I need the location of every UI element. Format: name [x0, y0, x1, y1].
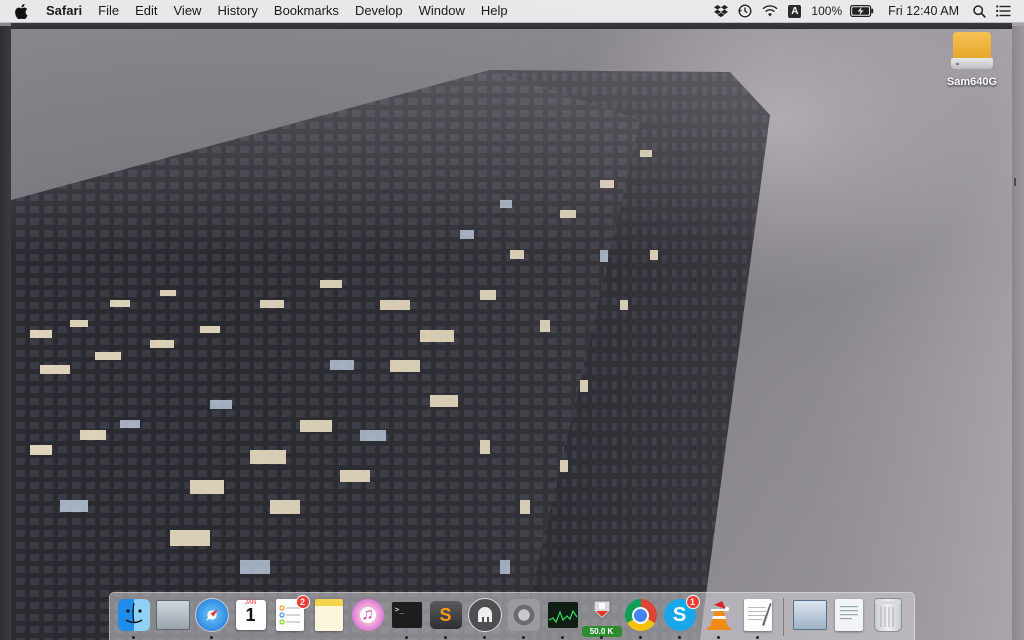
running-indicator — [756, 636, 759, 639]
safari-icon — [194, 598, 229, 632]
dock-item-vlc[interactable] — [699, 593, 738, 640]
running-indicator — [522, 636, 525, 639]
time-machine-icon[interactable] — [733, 0, 757, 22]
menu-app-name[interactable]: Safari — [38, 0, 90, 22]
dock-item-notes[interactable] — [309, 593, 348, 640]
elephant-icon — [467, 598, 502, 632]
desktop-wallpaper — [0, 0, 1024, 640]
dock-item-safari[interactable] — [192, 593, 231, 640]
menu-history[interactable]: History — [209, 0, 265, 22]
dock-item-skype[interactable]: S 1 — [660, 593, 700, 640]
dock-item-finder[interactable] — [114, 593, 153, 640]
battery-charging-icon[interactable] — [845, 0, 879, 22]
itunes-icon: ♫ — [351, 599, 384, 631]
running-indicator — [132, 636, 135, 639]
dock-item-activity-monitor[interactable] — [543, 593, 582, 640]
window-title-edge — [11, 23, 1012, 29]
vlc-icon — [703, 599, 735, 631]
finder-icon — [117, 599, 150, 631]
running-indicator — [561, 636, 564, 639]
status-menus: A 100% Fri 12:40 AM — [709, 0, 1024, 22]
skype-glyph: S — [672, 603, 687, 626]
running-indicator — [717, 636, 720, 639]
dock-item-chrome[interactable] — [621, 593, 660, 640]
search-icon[interactable] — [968, 0, 991, 22]
menu-view[interactable]: View — [166, 0, 210, 22]
menu-bar: Safari File Edit View History Bookmarks … — [0, 0, 1024, 23]
battery-percent[interactable]: 100% — [806, 0, 845, 22]
running-indicator — [210, 636, 213, 639]
window-icon — [155, 600, 190, 630]
sublime-glyph: S — [439, 604, 452, 625]
clock[interactable]: Fri 12:40 AM — [879, 0, 968, 22]
dock-separator — [783, 598, 784, 636]
running-indicator — [483, 636, 486, 639]
dock-item-trash[interactable] — [868, 593, 907, 640]
menu-edit[interactable]: Edit — [127, 0, 165, 22]
menu-file[interactable]: File — [90, 0, 127, 22]
skype-badge: 1 — [685, 595, 700, 609]
reminders-badge: 2 — [295, 595, 310, 609]
dock-item-documents-folder[interactable] — [790, 593, 829, 640]
menu-window[interactable]: Window — [411, 0, 473, 22]
input-source-menu[interactable]: A — [783, 0, 806, 22]
dock-item-downloads-stack[interactable] — [829, 593, 868, 640]
dock-item-textedit[interactable] — [738, 593, 777, 640]
documents-icon — [834, 599, 863, 631]
calendar-day: 1 — [245, 605, 256, 625]
notes-icon — [314, 599, 343, 631]
window-edge-left — [0, 26, 11, 640]
desktop-drive-icon[interactable]: Sam640G — [940, 32, 1004, 102]
menu-help[interactable]: Help — [473, 0, 516, 22]
running-indicator — [405, 636, 408, 639]
folder-icon — [792, 600, 827, 630]
input-source-icon: A — [788, 4, 802, 18]
dock-item-terminal[interactable]: >_ — [387, 593, 426, 640]
wifi-icon[interactable] — [757, 0, 783, 22]
activity-monitor-icon — [546, 601, 579, 629]
running-indicator — [600, 636, 603, 639]
menu-develop[interactable]: Develop — [347, 0, 411, 22]
sublime-icon: S — [429, 601, 462, 629]
dock-item-calendar[interactable]: JAN 1 — [231, 593, 270, 640]
trash-icon — [873, 598, 902, 632]
running-indicator — [678, 636, 681, 639]
textedit-icon — [743, 599, 772, 631]
dock-item-itunes[interactable]: ♫ — [348, 593, 387, 640]
skyscraper-image — [0, 0, 1024, 640]
chrome-icon — [624, 599, 657, 631]
skype-icon: S 1 — [663, 595, 700, 631]
drive-label: Sam640G — [946, 76, 998, 88]
menu-bookmarks[interactable]: Bookmarks — [266, 0, 347, 22]
dropbox-icon[interactable] — [709, 0, 733, 22]
dock-item-reminders[interactable]: 2 — [270, 593, 310, 640]
dock-item-sequel-pro[interactable] — [465, 593, 504, 640]
running-indicator — [444, 636, 447, 639]
window-edge-right — [1012, 26, 1024, 640]
notification-center-icon[interactable] — [991, 0, 1016, 22]
gear-icon — [507, 599, 540, 631]
calendar-icon: JAN 1 — [235, 600, 266, 630]
dock-item-sublime[interactable]: S — [426, 593, 465, 640]
dock-item-network-monitor[interactable]: 50.0 K — [581, 593, 622, 640]
dock-item-system-preferences[interactable] — [504, 593, 543, 640]
reminders-icon: 2 — [275, 595, 310, 631]
dock: JAN 1 2 ♫ >_ S 50.0 K S 1 — [109, 592, 915, 640]
dock-item-window[interactable] — [153, 593, 192, 640]
running-indicator — [639, 636, 642, 639]
apple-icon[interactable] — [12, 2, 30, 20]
terminal-icon: >_ — [390, 601, 423, 629]
terminal-prompt: >_ — [394, 605, 405, 614]
external-drive-icon — [951, 32, 993, 72]
network-monitor-icon: 50.0 K — [581, 599, 622, 637]
